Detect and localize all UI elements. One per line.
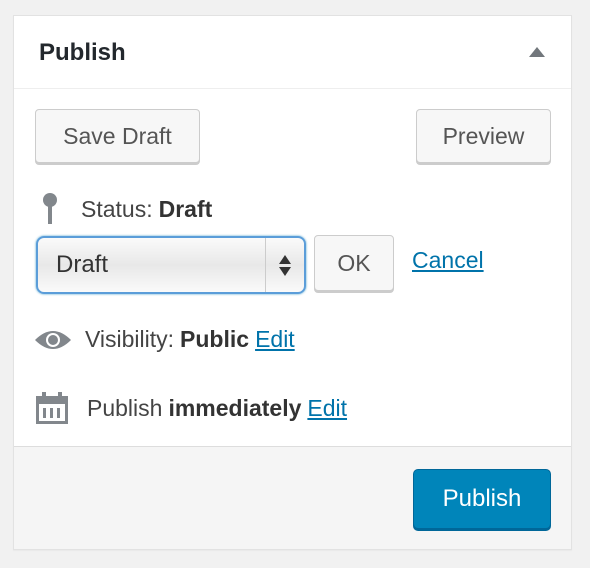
- ok-button[interactable]: OK: [314, 235, 394, 291]
- status-row: Status: Draft: [41, 192, 218, 226]
- status-value: Draft: [158, 195, 213, 222]
- status-select-value: Draft: [56, 251, 109, 278]
- publish-footer: Publish: [14, 446, 571, 549]
- publish-box: Publish Save Draft Preview Status: Draft…: [13, 15, 572, 550]
- visibility-row: Visibility: Public Edit: [34, 326, 295, 353]
- eye-icon: [35, 330, 71, 349]
- select-arrows-icon: [265, 238, 304, 292]
- schedule-label: Publish: [87, 394, 163, 421]
- visibility-edit-link[interactable]: Edit: [255, 326, 295, 353]
- status-select[interactable]: Draft: [36, 236, 306, 294]
- schedule-value: immediately: [168, 394, 302, 421]
- calendar-icon: [36, 392, 68, 424]
- visibility-value: Public: [180, 326, 250, 352]
- triangle-up-icon[interactable]: [529, 47, 545, 57]
- preview-button[interactable]: Preview: [416, 109, 551, 163]
- publish-box-header[interactable]: Publish: [14, 16, 571, 89]
- publish-button[interactable]: Publish: [413, 469, 551, 529]
- schedule-edit-link[interactable]: Edit: [307, 395, 347, 422]
- box-title: Publish: [39, 39, 126, 66]
- status-label: Status:: [81, 195, 153, 222]
- visibility-label: Visibility:: [85, 326, 175, 352]
- save-draft-button[interactable]: Save Draft: [35, 109, 200, 163]
- schedule-row: Publish immediately Edit: [36, 392, 347, 424]
- pin-icon: [43, 193, 57, 224]
- cancel-link[interactable]: Cancel: [412, 247, 484, 274]
